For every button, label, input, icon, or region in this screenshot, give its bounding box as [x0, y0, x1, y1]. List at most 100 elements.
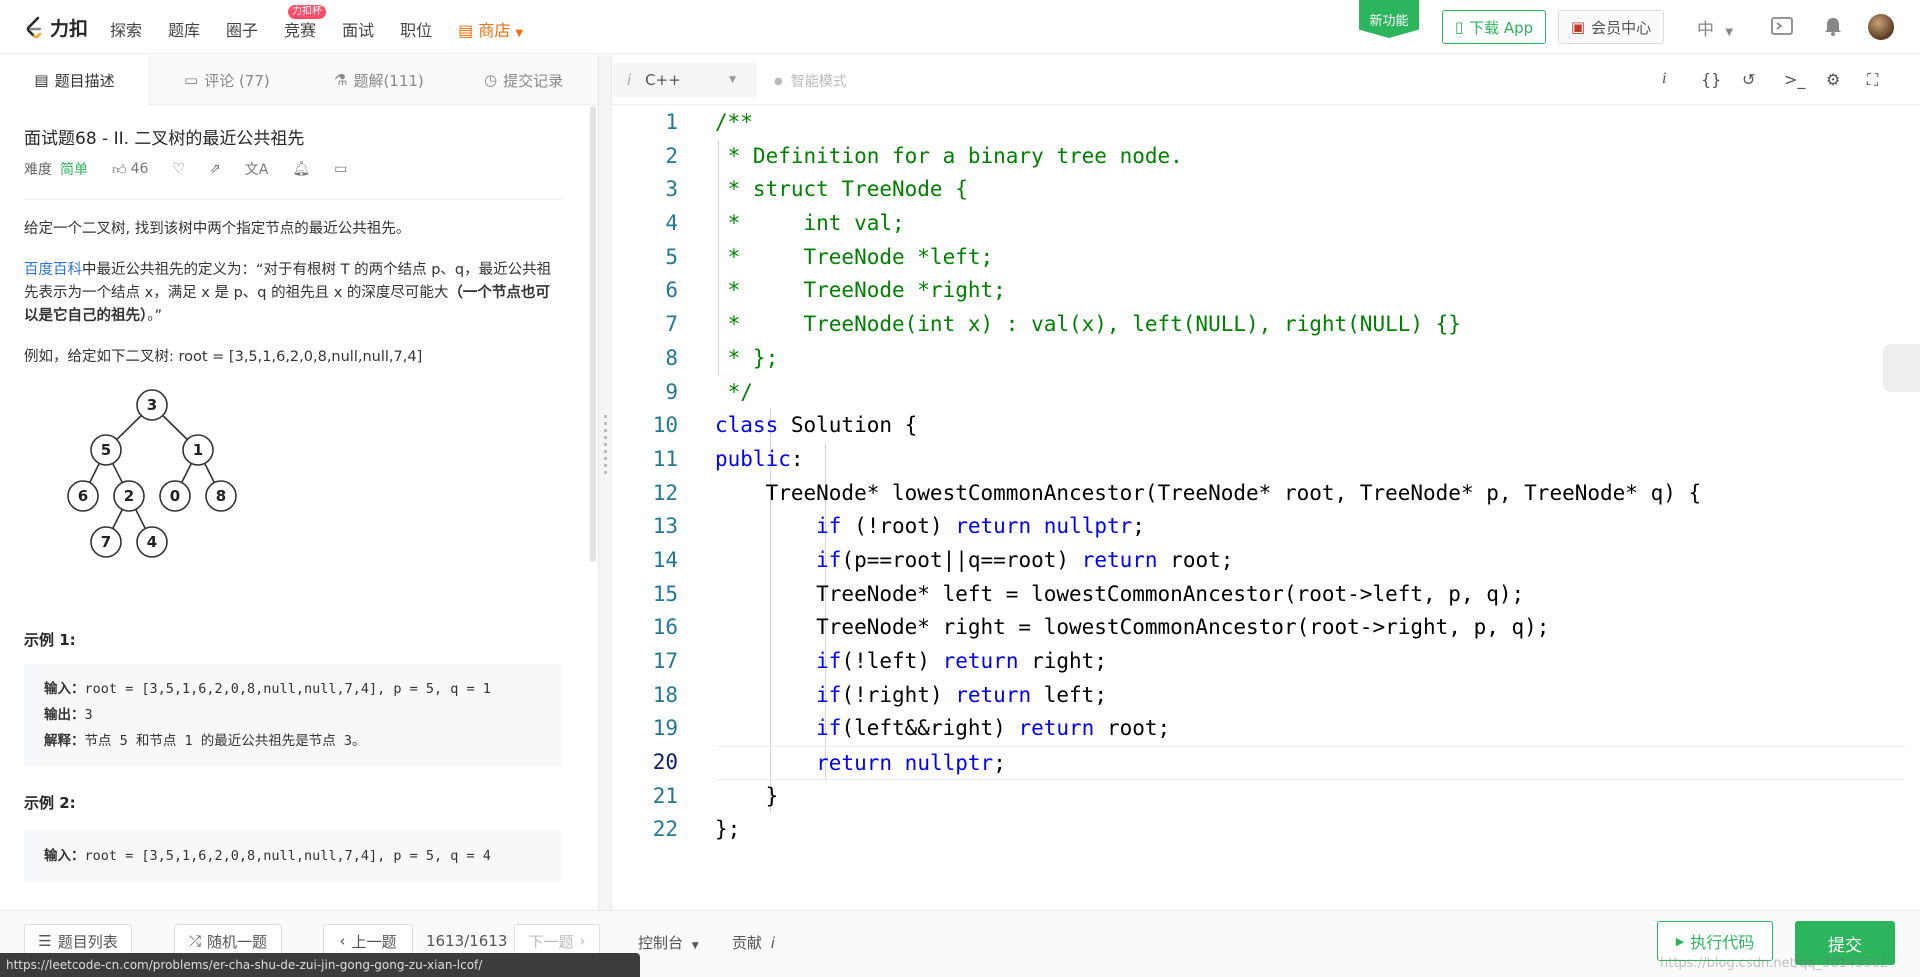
example1-title: 示例 1:: [24, 631, 76, 649]
prev-label: 上一题: [351, 932, 397, 951]
tab-comments[interactable]: ▭ 评论 (77): [184, 55, 270, 105]
language-select-value: C++: [645, 71, 681, 89]
member-icon: ▣: [1570, 18, 1586, 36]
tree-node-label: 8: [216, 487, 226, 505]
line-number: 15: [652, 581, 678, 606]
new-feature-ribbon[interactable]: 新功能: [1359, 0, 1419, 38]
problem-meta: 难度 简单 👍︎ 46 ♡ ⇗ 文A 🔔︎ ▭: [24, 159, 562, 200]
feedback-icon[interactable]: ▭: [334, 161, 347, 177]
problem-list-label: 题目列表: [57, 932, 118, 951]
tab-description[interactable]: ▤ 题目描述: [0, 55, 150, 105]
favorite-icon[interactable]: ♡: [172, 161, 185, 177]
code-line: TreeNode* right = lowestCommonAncestor(r…: [715, 615, 1550, 640]
line-number-gutter: 1 2 3 4 5 6 7 8 9 10 11 12 13 14 15 16 1…: [612, 106, 682, 847]
code-line: * TreeNode(int x) : val(x), left(NULL), …: [715, 312, 1461, 337]
reset-icon[interactable]: ↺: [1742, 70, 1755, 89]
info-icon[interactable]: i: [1662, 70, 1666, 88]
pane-splitter[interactable]: [598, 55, 612, 910]
notify-bell-icon[interactable]: 🔔︎: [292, 161, 310, 177]
example1-input: root = [3,5,1,6,2,0,8,null,null,7,4], p …: [84, 681, 491, 697]
phone-icon: ▯: [1454, 18, 1464, 36]
line-number: 4: [665, 211, 678, 236]
share-icon[interactable]: ⇗: [209, 161, 221, 177]
input-label: 输入: [44, 848, 71, 864]
tree-node-label: 7: [101, 533, 111, 551]
side-panel-handle[interactable]: [1883, 344, 1920, 392]
terminal-icon[interactable]: >_: [1784, 70, 1805, 89]
nav-problemset[interactable]: 题库: [168, 17, 200, 41]
member-center-label: 会员中心: [1591, 18, 1652, 37]
tab-submissions[interactable]: ◷ 提交记录: [484, 55, 563, 105]
download-app-button[interactable]: ▯ 下载 App: [1442, 10, 1546, 44]
drag-handle-icon[interactable]: [604, 415, 607, 475]
language-select[interactable]: i C++ ▼: [613, 63, 757, 97]
code-line: TreeNode* left = lowestCommonAncestor(ro…: [715, 581, 1525, 606]
code-line: * struct TreeNode {: [715, 177, 968, 202]
smart-mode-label: 智能模式: [790, 74, 847, 90]
difficulty-value: 简单: [60, 162, 88, 178]
problem-title: 面试题68 - II. 二叉树的最近公共祖先: [24, 129, 305, 149]
example1-output: 3: [84, 707, 93, 723]
code-line: * int val;: [715, 211, 905, 236]
playground-icon[interactable]: [1770, 15, 1794, 37]
nav-jobs[interactable]: 职位: [400, 17, 432, 41]
line-number: 7: [665, 312, 678, 337]
nav-circle[interactable]: 圈子: [226, 17, 258, 41]
code-line: * TreeNode *right;: [715, 278, 1006, 303]
tab-solutions[interactable]: ⚗ 题解(111): [334, 55, 424, 105]
code-line: };: [715, 817, 741, 842]
output-label: 输出: [44, 707, 71, 723]
bell-icon[interactable]: [1822, 15, 1844, 37]
line-number: 12: [652, 480, 678, 505]
description-icon: ▤: [34, 71, 49, 89]
nav-explore[interactable]: 探索: [110, 17, 142, 41]
tree-node-label: 0: [170, 487, 180, 505]
braces-icon[interactable]: {}: [1701, 70, 1721, 89]
code-content[interactable]: /** * Definition for a binary tree node.…: [715, 106, 1905, 847]
baidu-baike-link[interactable]: 百度百科: [24, 262, 82, 278]
line-number: 1: [665, 110, 678, 134]
tab-submissions-label: 提交记录: [503, 71, 564, 90]
problem-page-indicator: 1613/1613: [426, 932, 508, 950]
example1-explain-row: 解释：节点 5 和节点 1 的最近公共祖先是节点 3。: [44, 728, 542, 754]
translate-icon[interactable]: 文A: [245, 159, 269, 179]
example2-input: root = [3,5,1,6,2,0,8,null,null,7,4], p …: [84, 848, 491, 864]
nav-shop[interactable]: ▤ 商店 ▼: [458, 17, 523, 41]
line-number: 22: [652, 817, 678, 842]
code-line: TreeNode* lowestCommonAncestor(TreeNode*…: [715, 480, 1702, 505]
chevron-right-icon: ›: [579, 932, 586, 950]
language-switcher[interactable]: 中 ▼: [1697, 15, 1733, 40]
nav-interview[interactable]: 面试: [342, 17, 374, 41]
like-button[interactable]: 👍︎ 46: [112, 161, 148, 178]
nav-contest[interactable]: 竞赛 力扣杯: [284, 5, 327, 41]
line-number: 2: [665, 143, 678, 168]
example1-explain: 节点 5 和节点 1 的最近公共祖先是节点 3。: [84, 733, 366, 749]
explain-label: 解释: [44, 733, 71, 749]
example-tree-text: 例如，给定如下二叉树: root = [3,5,1,6,2,0,8,null,n…: [24, 349, 423, 365]
fullscreen-icon[interactable]: ⛶: [1867, 70, 1878, 90]
problem-scrollbar[interactable]: [590, 106, 596, 562]
user-avatar[interactable]: [1868, 14, 1894, 40]
console-toggle[interactable]: 控制台 ▼: [638, 932, 699, 953]
code-line: class Solution {: [715, 413, 918, 438]
leetcode-logo-icon: [26, 16, 42, 38]
list-icon: ☰: [38, 932, 52, 950]
example2-title: 示例 2:: [24, 794, 76, 812]
contribute-button[interactable]: 贡献 i: [732, 932, 775, 953]
code-line: if(left&&right) return root;: [816, 716, 1171, 741]
editor-toolbar: i C++ ▼ ● 智能模式 i {} ↺ >_ ⚙ ⛶: [612, 55, 1920, 105]
code-editor[interactable]: 1 2 3 4 5 6 7 8 9 10 11 12 13 14 15 16 1…: [612, 106, 1920, 910]
logo[interactable]: 力扣: [22, 14, 88, 41]
smart-mode-toggle[interactable]: ● 智能模式: [774, 71, 847, 91]
run-code-button[interactable]: ▶ 执行代码: [1657, 921, 1773, 961]
settings-icon[interactable]: ⚙: [1826, 70, 1840, 89]
problem-intro: 给定一个二叉树, 找到该树中两个指定节点的最近公共祖先。: [24, 221, 411, 237]
watermark: https://blog.csdn.net/qq_38145502: [1660, 956, 1889, 971]
member-center-button[interactable]: ▣ 会员中心: [1558, 10, 1664, 44]
chevron-down-icon: ▼: [729, 75, 737, 85]
random-label: 随机一题: [207, 932, 268, 951]
colon: ：: [71, 681, 85, 697]
shuffle-icon: ⤮: [188, 932, 201, 950]
chevron-down-icon: ▼: [1725, 27, 1734, 38]
line-number: 8: [665, 345, 678, 370]
